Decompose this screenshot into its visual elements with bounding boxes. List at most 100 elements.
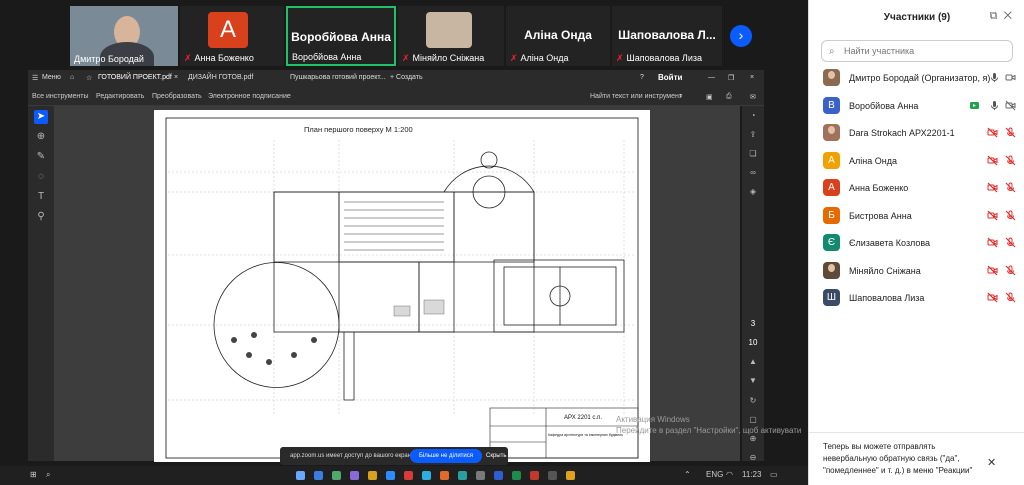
video-off-icon[interactable] <box>1005 72 1016 83</box>
word-icon[interactable] <box>494 471 503 480</box>
zoom-icon[interactable]: ⊕ <box>34 130 48 144</box>
participant-search-input[interactable] <box>844 44 1004 58</box>
video-off-icon[interactable] <box>987 127 998 138</box>
hamburger-icon[interactable]: ☰ <box>32 74 38 82</box>
search-icon[interactable]: ⌕ <box>679 93 683 101</box>
link-icon[interactable]: ∞ <box>746 168 760 180</box>
app-icon[interactable] <box>566 471 575 480</box>
pen-icon[interactable]: ✎ <box>34 150 48 164</box>
mail-icon[interactable]: ✉ <box>750 93 756 101</box>
participant-row[interactable]: А Анна Боженко <box>809 174 1024 202</box>
participant-row[interactable]: Dara Strokach АРХ2201-1 <box>809 119 1024 147</box>
video-tile[interactable]: ✗ Міняйло Сніжана <box>398 6 504 66</box>
app-icon[interactable] <box>476 471 485 480</box>
text-icon[interactable]: T <box>34 190 48 204</box>
next-page-arrow-icon[interactable]: › <box>730 25 752 47</box>
pdf-viewport[interactable]: План першого поверху М 1:200 АРХ 2201 с.… <box>54 106 740 462</box>
participant-row[interactable]: Є Єлизавета Козлова <box>809 229 1024 257</box>
app-icon[interactable] <box>350 471 359 480</box>
edit-button[interactable]: Редактировать <box>96 93 144 100</box>
video-off-icon[interactable] <box>987 182 998 193</box>
video-off-icon[interactable] <box>987 210 998 221</box>
all-tools-button[interactable]: Все инструменты <box>32 93 89 100</box>
page-up-icon[interactable]: ▲ <box>746 357 760 369</box>
home-icon[interactable]: ⌂ <box>70 74 74 81</box>
tab-close-icon[interactable]: × <box>174 74 178 81</box>
zoom-app-icon[interactable] <box>386 471 395 480</box>
search-icon[interactable]: ⌕ <box>46 470 50 480</box>
app-icon[interactable] <box>332 471 341 480</box>
hide-banner-link[interactable]: Скрыть <box>486 453 506 459</box>
tab-project[interactable]: ГОТОВИЙ ПРОЕКТ.pdf <box>98 74 172 81</box>
convert-button[interactable]: Преобразовать <box>152 93 202 100</box>
signin-button[interactable]: Войти <box>658 73 682 82</box>
zoom-out-icon[interactable]: ⊖ <box>746 453 760 465</box>
video-tile[interactable]: Шаповалова Л... ✗ Шаповалова Лиза <box>612 6 722 66</box>
telegram-icon[interactable] <box>422 471 431 480</box>
app-icon[interactable] <box>458 471 467 480</box>
refresh-icon[interactable]: ↻ <box>746 396 760 408</box>
video-on-icon[interactable] <box>969 100 980 111</box>
save-icon[interactable]: ▣ <box>706 93 713 101</box>
video-tile[interactable]: Аліна Онда ✗ Аліна Онда <box>506 6 610 66</box>
pdf-app-icon[interactable] <box>404 471 413 480</box>
explorer-icon[interactable] <box>296 471 305 480</box>
esign-button[interactable]: Электронное подписание <box>208 93 291 100</box>
star-icon[interactable]: ☆ <box>86 74 92 82</box>
video-tile[interactable]: Дмитро Бородай <box>70 6 178 66</box>
help-icon[interactable]: ? <box>640 74 644 81</box>
video-tile-active-speaker[interactable]: Воробйова Анна Воробйова Анна <box>286 6 396 66</box>
stamp-icon[interactable]: ⚲ <box>34 210 48 224</box>
pages-icon[interactable]: ❏ <box>746 149 760 161</box>
participant-row[interactable]: Дмитро Бородай (Организатор, я) <box>809 64 1024 92</box>
print-icon[interactable]: ⎙ <box>726 93 732 101</box>
mic-muted-icon[interactable] <box>1005 155 1016 166</box>
app-icon[interactable] <box>548 471 557 480</box>
notifications-icon[interactable]: ▭ <box>770 470 778 479</box>
mic-muted-icon[interactable] <box>1005 292 1016 303</box>
restore-icon[interactable]: ❐ <box>728 74 734 82</box>
video-off-icon[interactable] <box>969 72 980 83</box>
video-off-icon[interactable] <box>987 292 998 303</box>
time-display[interactable]: 11:23 <box>742 470 761 479</box>
close-icon[interactable]: ✕ <box>987 457 996 469</box>
minimize-icon[interactable]: — <box>708 74 715 81</box>
popout-icon[interactable]: ⧉ <box>990 10 998 22</box>
tab-design[interactable]: ДИЗАЙН ГОТОВ.pdf <box>188 74 253 81</box>
video-tile[interactable]: А ✗ Анна Боженко <box>180 6 284 66</box>
mic-muted-icon[interactable] <box>1005 265 1016 276</box>
mic-on-icon[interactable] <box>989 100 1000 111</box>
mic-on-icon[interactable] <box>989 72 1000 83</box>
participant-search[interactable]: ⌕ <box>821 40 1013 62</box>
menu-tab[interactable]: Меню <box>42 74 61 81</box>
lang-indicator[interactable]: ENG <box>706 470 723 479</box>
participant-row[interactable]: Б Бистрова Анна <box>809 202 1024 230</box>
export-icon[interactable]: ⇪ <box>746 130 760 142</box>
participant-row[interactable]: А Аліна Онда <box>809 147 1024 175</box>
participant-row[interactable]: В Воробйова Анна <box>809 92 1024 120</box>
lasso-icon[interactable]: ◌ <box>34 170 48 184</box>
mic-muted-icon[interactable] <box>1005 237 1016 248</box>
layers-icon[interactable]: ◈ <box>746 187 760 199</box>
find-tool-button[interactable]: Найти текст или инструмент <box>590 93 682 100</box>
mic-muted-icon[interactable] <box>1005 127 1016 138</box>
video-off-icon[interactable] <box>987 265 998 276</box>
app-icon[interactable] <box>440 471 449 480</box>
mic-muted-icon[interactable] <box>1005 182 1016 193</box>
close-window-icon[interactable]: × <box>750 74 754 81</box>
cursor-icon[interactable]: ➤ <box>34 110 48 124</box>
folder-icon[interactable] <box>368 471 377 480</box>
mic-muted-icon[interactable] <box>1005 210 1016 221</box>
tray-chevron-icon[interactable]: ⌃ <box>684 470 691 479</box>
edge-icon[interactable] <box>314 471 323 480</box>
new-tab-button[interactable]: + Создать <box>390 74 423 81</box>
page-down-icon[interactable]: ▼ <box>746 376 760 388</box>
participant-row[interactable]: Міняйло Сніжана <box>809 257 1024 285</box>
participant-row[interactable]: Ш Шаповалова Лиза <box>809 284 1024 312</box>
windows-start-icon[interactable]: ⊞ <box>30 470 37 479</box>
comment-icon[interactable]: ◔ <box>746 111 760 123</box>
video-off-icon[interactable] <box>987 155 998 166</box>
acrobat-icon[interactable] <box>530 471 539 480</box>
wifi-icon[interactable]: ◠ <box>726 470 733 479</box>
video-off-icon[interactable] <box>987 237 998 248</box>
